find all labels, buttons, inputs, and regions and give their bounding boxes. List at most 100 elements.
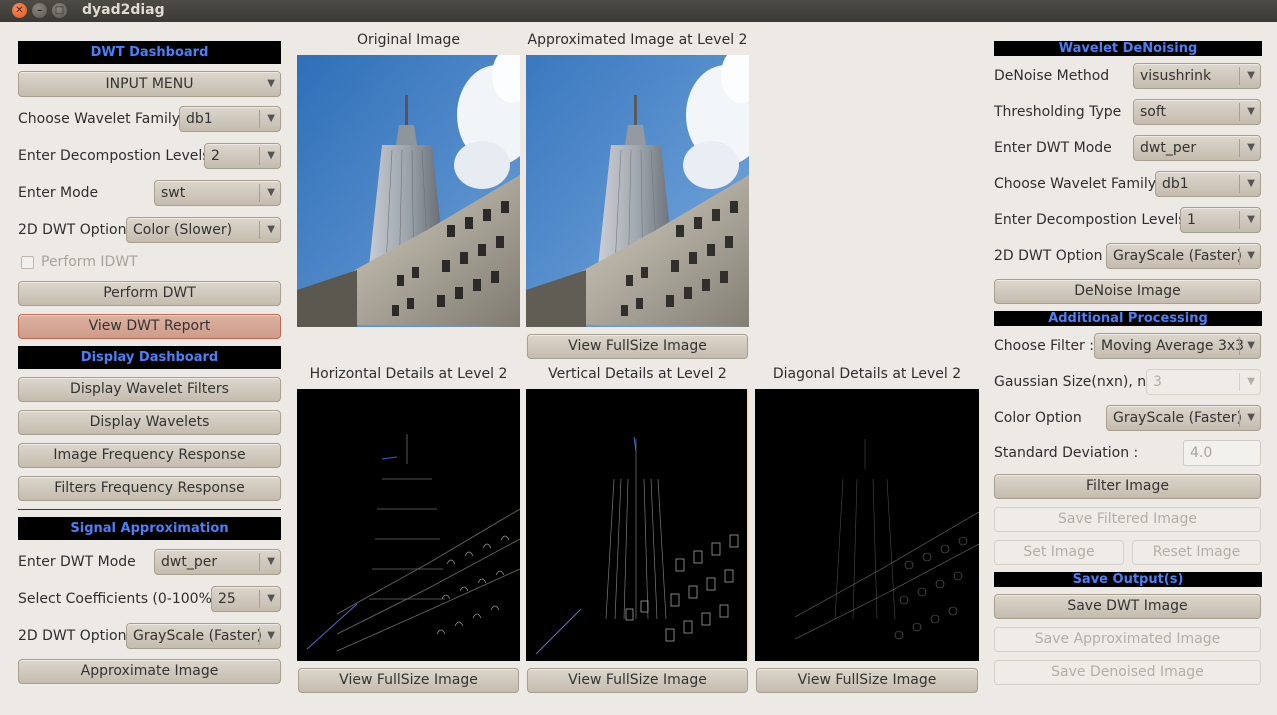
sa-dwt-option-label: 2D DWT Option bbox=[18, 628, 127, 644]
view-fullsize-diagonal-button[interactable]: View FullSize Image bbox=[756, 668, 978, 693]
chevron-down-icon: ▼ bbox=[1247, 106, 1255, 117]
window-title: dyad2diag bbox=[82, 2, 165, 18]
chevron-down-icon: ▼ bbox=[1247, 70, 1255, 81]
chevron-down-icon: ▼ bbox=[267, 224, 275, 235]
gaussian-size-dropdown[interactable]: 3 ▼ bbox=[1146, 369, 1261, 395]
sa-dwt-option-dropdown[interactable]: GrayScale (Faster) ▼ bbox=[126, 623, 281, 649]
coefficients-dropdown[interactable]: 25 ▼ bbox=[211, 586, 281, 612]
chevron-down-icon: ▼ bbox=[1247, 250, 1255, 261]
close-icon[interactable]: ✕ bbox=[12, 3, 27, 18]
rp-wavelet-family-dropdown[interactable]: db1 ▼ bbox=[1155, 171, 1261, 197]
filter-image-button[interactable]: Filter Image bbox=[994, 474, 1261, 499]
mode-value: swt bbox=[161, 185, 186, 201]
approx-image-caption: Approximated Image at Level 2 bbox=[527, 32, 748, 48]
filters-frequency-response-button[interactable]: Filters Frequency Response bbox=[18, 476, 281, 501]
diagonal-details-image bbox=[755, 389, 979, 661]
view-dwt-report-button[interactable]: View DWT Report bbox=[18, 314, 281, 339]
original-image-caption: Original Image bbox=[356, 32, 461, 48]
wavelet-family-value: db1 bbox=[186, 111, 213, 127]
denoise-method-label: DeNoise Method bbox=[994, 68, 1110, 84]
rp-dwt-option-label: 2D DWT Option bbox=[994, 248, 1103, 264]
rp-decomp-levels-dropdown[interactable]: 1 ▼ bbox=[1180, 207, 1261, 233]
color-option-label: Color Option bbox=[994, 410, 1082, 426]
chevron-down-icon: ▼ bbox=[267, 187, 275, 198]
sa-dwt-mode-label: Enter DWT Mode bbox=[18, 554, 136, 570]
view-fullsize-vertical-button[interactable]: View FullSize Image bbox=[527, 668, 748, 693]
view-fullsize-approx-button[interactable]: View FullSize Image bbox=[527, 334, 748, 359]
vertical-details-caption: Vertical Details at Level 2 bbox=[548, 366, 727, 382]
mode-dropdown[interactable]: swt ▼ bbox=[154, 180, 281, 206]
rp-dwt-mode-dropdown[interactable]: dwt_per ▼ bbox=[1133, 135, 1261, 161]
perform-idwt-label: Perform IDWT bbox=[41, 254, 138, 270]
color-option-value: GrayScale (Faster) bbox=[1113, 410, 1243, 426]
coefficients-value: 25 bbox=[218, 591, 236, 607]
chevron-down-icon: ▼ bbox=[267, 150, 275, 161]
perform-dwt-button[interactable]: Perform DWT bbox=[18, 281, 281, 306]
standard-deviation-input[interactable]: 4.0 bbox=[1183, 440, 1261, 466]
save-dwt-image-button[interactable]: Save DWT Image bbox=[994, 594, 1261, 619]
chevron-down-icon: ▼ bbox=[267, 78, 275, 89]
rp-dwt-mode-label: Enter DWT Mode bbox=[994, 140, 1112, 156]
vertical-details-image bbox=[526, 389, 749, 661]
sa-dwt-option-value: GrayScale (Faster) bbox=[133, 628, 263, 644]
reset-image-button[interactable]: Reset Image bbox=[1132, 540, 1261, 565]
wavelet-family-label: Choose Wavelet Family bbox=[18, 111, 181, 127]
chevron-down-icon: ▼ bbox=[267, 630, 275, 641]
decomp-levels-label: Enter Decompostion Levels bbox=[18, 148, 210, 164]
display-dashboard-header: Display Dashboard bbox=[18, 346, 281, 369]
rp-wavelet-family-value: db1 bbox=[1162, 176, 1189, 192]
chevron-down-icon: ▼ bbox=[267, 593, 275, 604]
dwt-option-dropdown[interactable]: Color (Slower) ▼ bbox=[126, 217, 281, 243]
view-fullsize-horizontal-button[interactable]: View FullSize Image bbox=[298, 668, 519, 693]
coefficients-label: Select Coefficients (0-100%) bbox=[18, 591, 218, 607]
color-option-dropdown[interactable]: GrayScale (Faster) ▼ bbox=[1106, 405, 1261, 431]
maximize-icon[interactable]: □ bbox=[52, 3, 67, 18]
save-filtered-image-button[interactable]: Save Filtered Image bbox=[994, 507, 1261, 532]
choose-filter-label: Choose Filter : bbox=[994, 338, 1094, 354]
chevron-down-icon: ▼ bbox=[1247, 412, 1255, 423]
chevron-down-icon: ▼ bbox=[1247, 340, 1255, 351]
choose-filter-value: Moving Average 3x3 bbox=[1101, 338, 1245, 354]
choose-filter-dropdown[interactable]: Moving Average 3x3 ▼ bbox=[1094, 333, 1261, 359]
set-image-button[interactable]: Set Image bbox=[994, 540, 1124, 565]
wavelet-family-dropdown[interactable]: db1 ▼ bbox=[179, 106, 281, 132]
save-denoised-image-button[interactable]: Save Denoised Image bbox=[994, 660, 1261, 685]
input-menu-dropdown[interactable]: INPUT MENU ▼ bbox=[18, 71, 281, 97]
gaussian-size-label: Gaussian Size(nxn), n: bbox=[994, 374, 1151, 390]
dwt-option-label: 2D DWT Option bbox=[18, 222, 127, 238]
sa-dwt-mode-value: dwt_per bbox=[161, 554, 218, 570]
rp-dwt-mode-value: dwt_per bbox=[1140, 140, 1197, 156]
chevron-down-icon: ▼ bbox=[267, 113, 275, 124]
rp-dwt-option-dropdown[interactable]: GrayScale (Faster) ▼ bbox=[1106, 243, 1261, 269]
gaussian-size-value: 3 bbox=[1153, 374, 1162, 390]
denoise-method-dropdown[interactable]: visushrink ▼ bbox=[1133, 63, 1261, 89]
horizontal-details-caption: Horizontal Details at Level 2 bbox=[309, 366, 508, 382]
minimize-icon[interactable]: – bbox=[32, 3, 47, 18]
perform-idwt-checkbox[interactable] bbox=[21, 256, 34, 269]
save-approximated-image-button[interactable]: Save Approximated Image bbox=[994, 627, 1261, 652]
additional-processing-header: Additional Processing bbox=[994, 311, 1262, 326]
rp-decomp-levels-value: 1 bbox=[1187, 212, 1196, 228]
image-frequency-response-button[interactable]: Image Frequency Response bbox=[18, 443, 281, 468]
title-bar: ✕ – □ dyad2diag bbox=[0, 0, 1277, 22]
display-wavelet-filters-button[interactable]: Display Wavelet Filters bbox=[18, 377, 281, 402]
input-menu-label: INPUT MENU bbox=[105, 76, 194, 92]
display-wavelets-button[interactable]: Display Wavelets bbox=[18, 410, 281, 435]
thresholding-type-dropdown[interactable]: soft ▼ bbox=[1133, 99, 1261, 125]
thresholding-type-label: Thresholding Type bbox=[994, 104, 1122, 120]
decomp-levels-value: 2 bbox=[211, 148, 220, 164]
thresholding-type-value: soft bbox=[1140, 104, 1167, 120]
mode-label: Enter Mode bbox=[18, 185, 99, 201]
rp-wavelet-family-label: Choose Wavelet Family bbox=[994, 176, 1157, 192]
divider bbox=[18, 509, 281, 510]
horizontal-details-image bbox=[297, 389, 520, 661]
approximate-image-button[interactable]: Approximate Image bbox=[18, 659, 281, 684]
decomp-levels-dropdown[interactable]: 2 ▼ bbox=[204, 143, 281, 169]
diagonal-details-caption: Diagonal Details at Level 2 bbox=[772, 366, 962, 382]
rp-dwt-option-value: GrayScale (Faster) bbox=[1113, 248, 1243, 264]
dwt-dashboard-header: DWT Dashboard bbox=[18, 41, 281, 64]
chevron-down-icon: ▼ bbox=[1247, 376, 1255, 387]
approximated-image bbox=[526, 55, 749, 327]
denoise-image-button[interactable]: DeNoise Image bbox=[994, 279, 1261, 304]
sa-dwt-mode-dropdown[interactable]: dwt_per ▼ bbox=[154, 549, 281, 575]
